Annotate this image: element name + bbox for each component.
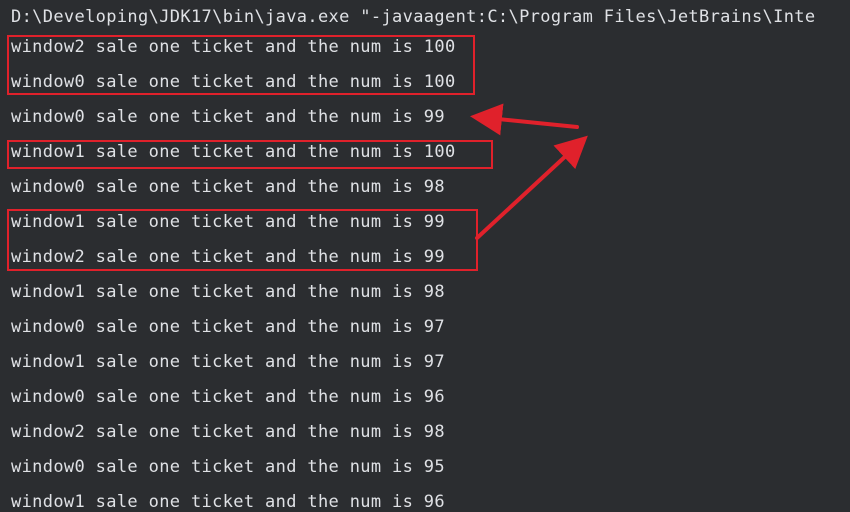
console-output-line: window1 sale one ticket and the num is 9… <box>11 492 445 512</box>
console-output-line: window2 sale one ticket and the num is 9… <box>11 247 445 267</box>
console-output-line: window2 sale one ticket and the num is 1… <box>11 37 456 57</box>
console-output-line: window0 sale one ticket and the num is 9… <box>11 107 445 127</box>
console-output-line: window0 sale one ticket and the num is 9… <box>11 457 445 477</box>
console-output-line: window0 sale one ticket and the num is 9… <box>11 177 445 197</box>
annotation-arrow-up <box>475 135 588 240</box>
console-output-line: window0 sale one ticket and the num is 9… <box>11 387 445 407</box>
annotation-arrow-left <box>470 103 579 136</box>
console-output-line: window1 sale one ticket and the num is 9… <box>11 352 445 372</box>
console-output-line: window2 sale one ticket and the num is 9… <box>11 422 445 442</box>
console-output-line: window0 sale one ticket and the num is 1… <box>11 72 456 92</box>
console-output-line: window1 sale one ticket and the num is 9… <box>11 212 445 232</box>
console-output-line: window1 sale one ticket and the num is 1… <box>11 142 456 162</box>
console-output-line: window0 sale one ticket and the num is 9… <box>11 317 445 337</box>
console-output-line: window1 sale one ticket and the num is 9… <box>11 282 445 302</box>
run-console[interactable]: D:\Developing\JDK17\bin\java.exe "-javaa… <box>0 0 850 512</box>
